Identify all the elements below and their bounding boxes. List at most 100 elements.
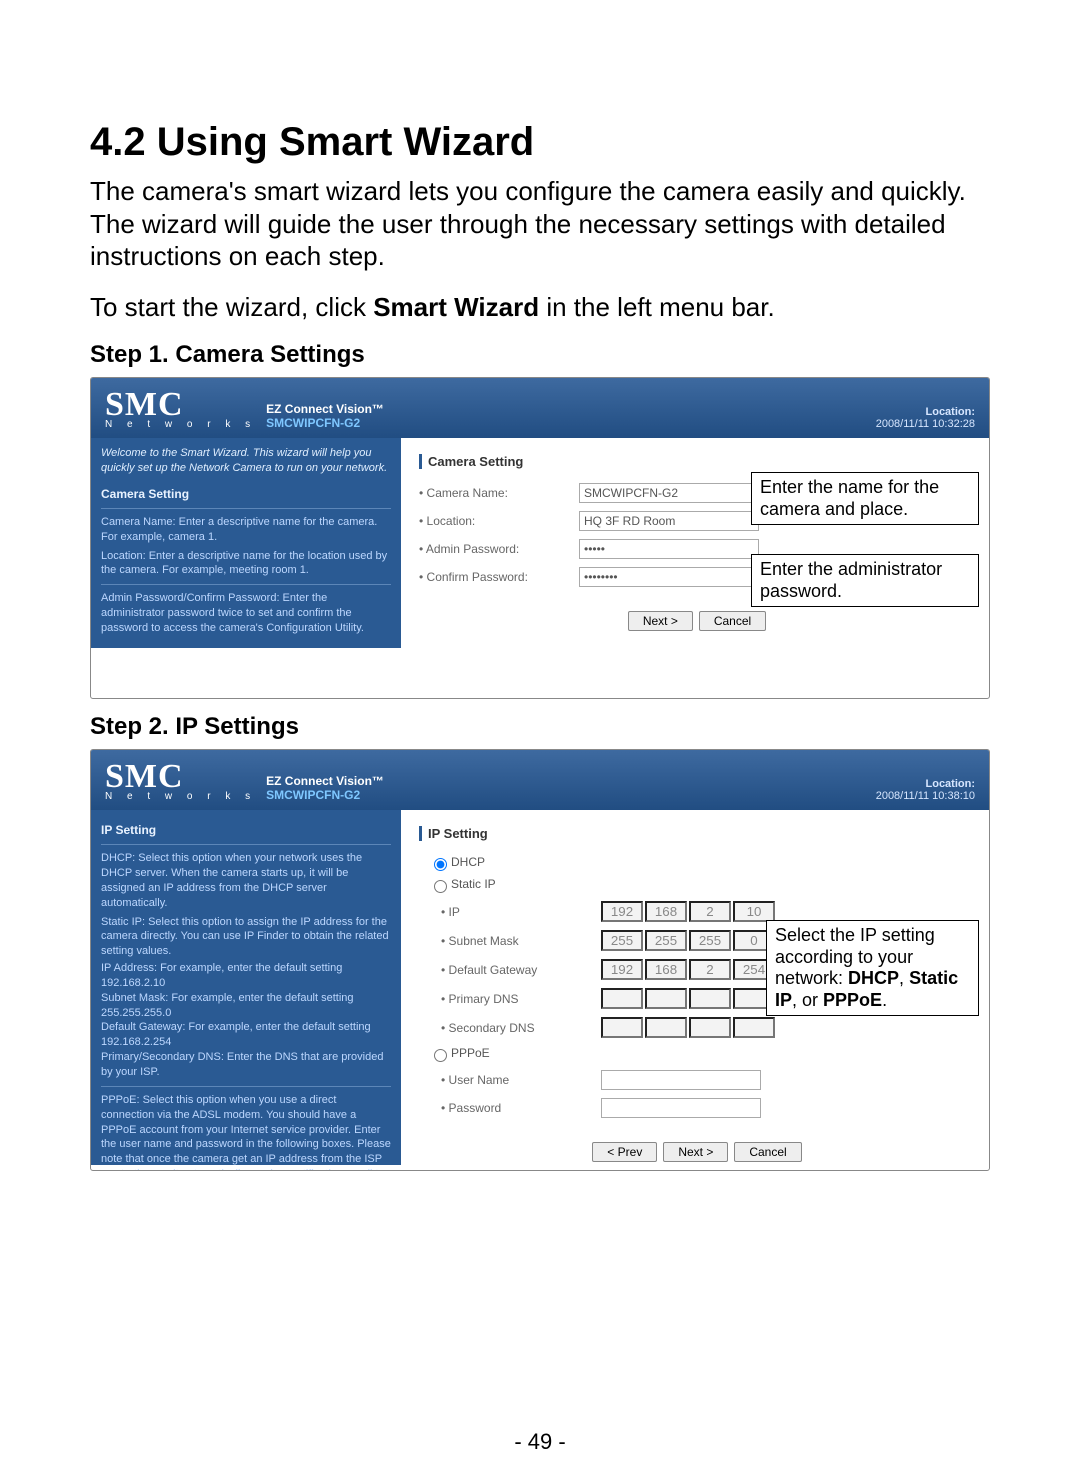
ip-octet-1[interactable]	[601, 901, 643, 922]
side-help-subnet: Subnet Mask: For example, enter the defa…	[101, 991, 391, 1021]
tag-line1: EZ Connect Vision™	[266, 402, 384, 416]
cancel-button[interactable]: Cancel	[699, 611, 766, 631]
brand-smc: SMC	[105, 388, 256, 422]
location-stamp: Location: 2008/11/11 10:32:28	[876, 406, 975, 430]
sdns-octet-3[interactable]	[689, 1017, 731, 1038]
side-help-ip-address: IP Address: For example, enter the defau…	[101, 961, 391, 991]
label-gateway: Default Gateway	[441, 963, 601, 977]
side-help-password: Admin Password/Confirm Password: Enter t…	[101, 591, 391, 636]
gw-octet-3[interactable]	[689, 959, 731, 980]
intro-paragraph-2: To start the wizard, click Smart Wizard …	[90, 291, 990, 324]
label-static-ip: Static IP	[451, 877, 496, 891]
dhcp-radio[interactable]	[434, 858, 447, 871]
location-stamp: Location: 2008/11/11 10:38:10	[876, 778, 975, 802]
label-username: User Name	[441, 1073, 601, 1087]
side-help-pppoe: PPPoE: Select this option when you use a…	[101, 1093, 391, 1171]
callout-m2: , or	[792, 990, 823, 1010]
gw-octet-1[interactable]	[601, 959, 643, 980]
callout-post: .	[882, 990, 887, 1010]
loc-value: 2008/11/11 10:38:10	[876, 790, 975, 802]
side-help-camera-name: Camera Name: Enter a descriptive name fo…	[101, 515, 391, 545]
brand-smc: SMC	[105, 760, 256, 794]
side-help-dhcp: DHCP: Select this option when your netwo…	[101, 851, 391, 910]
section-heading: 4.2 Using Smart Wizard	[90, 120, 990, 165]
step1-title: Step 1. Camera Settings	[90, 341, 990, 369]
side-help-dns: Primary/Secondary DNS: Enter the DNS tha…	[101, 1050, 391, 1080]
side-help-static: Static IP: Select this option to assign …	[101, 915, 391, 960]
brand-logo: SMC N e t w o r k s	[105, 760, 256, 802]
callout-b1: DHCP	[848, 968, 899, 988]
brand-networks: N e t w o r k s	[105, 792, 256, 802]
intro-paragraph-1: The camera's smart wizard lets you confi…	[90, 175, 990, 273]
label-password: Password	[441, 1101, 601, 1115]
side-section-title: Camera Setting	[101, 486, 391, 502]
main-form: Camera Setting Camera Name: Location: Ad…	[401, 438, 989, 648]
pdns-octet-2[interactable]	[645, 988, 687, 1009]
ip-octet-4[interactable]	[733, 901, 775, 922]
label-camera-name: Camera Name:	[419, 486, 579, 500]
divider	[101, 584, 391, 585]
form-title: IP Setting	[419, 826, 975, 841]
pppoe-radio[interactable]	[434, 1049, 447, 1062]
side-help-gateway: Default Gateway: For example, enter the …	[101, 1020, 391, 1050]
callout-admin-password: Enter the administrator password.	[751, 554, 979, 607]
tag-line1: EZ Connect Vision™	[266, 774, 384, 788]
admin-password-input[interactable]	[579, 539, 759, 559]
pdns-octet-3[interactable]	[689, 988, 731, 1009]
mask-octet-2[interactable]	[645, 930, 687, 951]
label-ip: IP	[441, 905, 601, 919]
para2-post: in the left menu bar.	[539, 292, 775, 322]
callout-ip-setting: Select the IP setting according to your …	[766, 920, 979, 1016]
sdns-octet-1[interactable]	[601, 1017, 643, 1038]
label-admin-password: Admin Password:	[419, 542, 579, 556]
sidebar-help: Welcome to the Smart Wizard. This wizard…	[91, 438, 401, 648]
step2-title: Step 2. IP Settings	[90, 713, 990, 741]
gw-octet-2[interactable]	[645, 959, 687, 980]
location-input[interactable]	[579, 511, 759, 531]
para2-bold: Smart Wizard	[373, 292, 539, 322]
mask-octet-3[interactable]	[689, 930, 731, 951]
next-button[interactable]: Next >	[628, 611, 693, 631]
label-confirm-password: Confirm Password:	[419, 570, 579, 584]
tag-line2: SMCWIPCFN-G2	[266, 416, 384, 430]
label-dhcp: DHCP	[451, 855, 485, 869]
form-title: Camera Setting	[419, 454, 975, 469]
callout-name-place: Enter the name for the camera and place.	[751, 472, 979, 525]
ip-octet-2[interactable]	[645, 901, 687, 922]
prev-button[interactable]: < Prev	[592, 1142, 657, 1162]
cancel-button[interactable]: Cancel	[734, 1142, 801, 1162]
tag-line2: SMCWIPCFN-G2	[266, 788, 384, 802]
static-ip-radio[interactable]	[434, 880, 447, 893]
pdns-octet-1[interactable]	[601, 988, 643, 1009]
label-secondary-dns: Secondary DNS	[441, 1021, 601, 1035]
divider	[101, 1086, 391, 1087]
brand-logo: SMC N e t w o r k s	[105, 388, 256, 430]
panel-header: SMC N e t w o r k s EZ Connect Vision™ S…	[91, 378, 989, 438]
side-section-title: IP Setting	[101, 822, 391, 838]
confirm-password-input[interactable]	[579, 567, 759, 587]
loc-value: 2008/11/11 10:32:28	[876, 418, 975, 430]
panel-header: SMC N e t w o r k s EZ Connect Vision™ S…	[91, 750, 989, 810]
para2-pre: To start the wizard, click	[90, 292, 373, 322]
label-location: Location:	[419, 514, 579, 528]
ip-octet-3[interactable]	[689, 901, 731, 922]
label-pppoe: PPPoE	[451, 1046, 490, 1060]
ip-settings-screenshot: SMC N e t w o r k s EZ Connect Vision™ S…	[90, 749, 990, 1171]
callout-m1: ,	[899, 968, 909, 988]
sdns-octet-4[interactable]	[733, 1017, 775, 1038]
username-input[interactable]	[601, 1070, 761, 1090]
next-button[interactable]: Next >	[663, 1142, 728, 1162]
sidebar-help: IP Setting DHCP: Select this option when…	[91, 810, 401, 1165]
brand-tagline: EZ Connect Vision™ SMCWIPCFN-G2	[266, 774, 384, 802]
camera-name-input[interactable]	[579, 483, 759, 503]
divider	[101, 844, 391, 845]
camera-settings-screenshot: SMC N e t w o r k s EZ Connect Vision™ S…	[90, 377, 990, 699]
page-number: - 49 -	[0, 1429, 1080, 1455]
password-input[interactable]	[601, 1098, 761, 1118]
label-subnet-mask: Subnet Mask	[441, 934, 601, 948]
sdns-octet-2[interactable]	[645, 1017, 687, 1038]
loc-label: Location:	[876, 406, 975, 418]
label-primary-dns: Primary DNS	[441, 992, 601, 1006]
brand-tagline: EZ Connect Vision™ SMCWIPCFN-G2	[266, 402, 384, 430]
mask-octet-1[interactable]	[601, 930, 643, 951]
